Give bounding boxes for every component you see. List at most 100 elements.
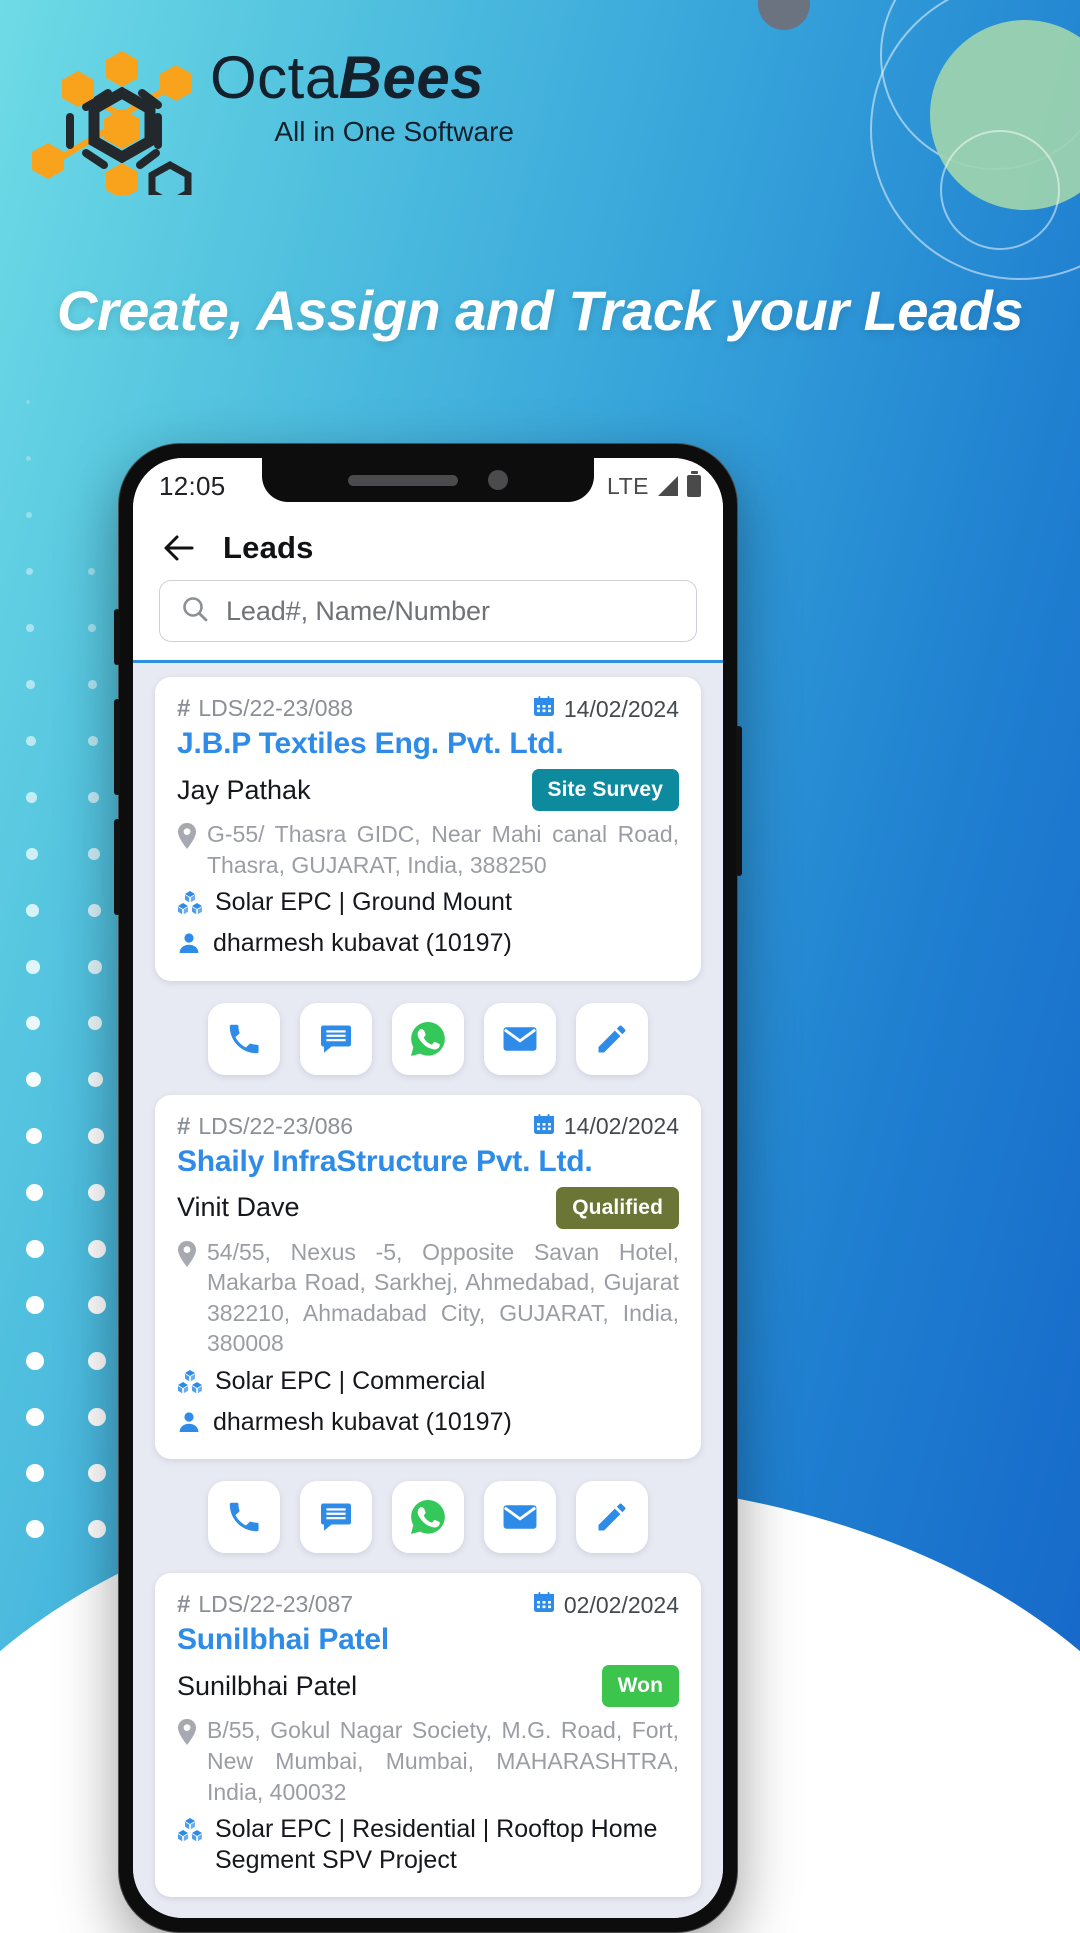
lead-date-value: 02/02/2024 xyxy=(563,1591,679,1618)
lead-company-name[interactable]: Shaily InfraStructure Pvt. Ltd. xyxy=(177,1145,679,1179)
edit-button[interactable] xyxy=(576,1481,648,1554)
person-icon xyxy=(177,931,201,963)
sms-button[interactable] xyxy=(300,1002,372,1075)
search-placeholder: Lead#, Name/Number xyxy=(226,595,490,626)
lead-product-value: Solar EPC | Commercial xyxy=(215,1366,486,1395)
lead-product-value: Solar EPC | Ground Mount xyxy=(215,888,512,917)
lead-card-header: # LDS/22-23/087 02/02/2024 xyxy=(177,1591,679,1619)
logo-tagline: All in One Software xyxy=(274,116,514,147)
page-title: Leads xyxy=(223,530,314,565)
calendar-icon xyxy=(533,695,555,723)
cubes-icon xyxy=(177,890,203,924)
lead-date: 14/02/2024 xyxy=(533,695,679,723)
status-indicators: LTE xyxy=(607,471,701,500)
status-badge[interactable]: Won xyxy=(601,1665,679,1708)
sms-button[interactable] xyxy=(300,1481,372,1554)
phone-button-volume-up xyxy=(114,699,120,795)
calendar-icon xyxy=(533,1591,555,1619)
lead-address: G-55/ Thasra GIDC, Near Mahi canal Road,… xyxy=(177,819,679,880)
logo-word-bees: Bees xyxy=(338,44,485,111)
lead-action-bar xyxy=(133,981,723,1095)
hexagon-molecule-icon xyxy=(30,35,210,208)
phone-button-silent xyxy=(114,609,120,665)
lead-product-row: Solar EPC | Ground Mount xyxy=(177,887,679,921)
lead-address-value: G-55/ Thasra GIDC, Near Mahi canal Road,… xyxy=(207,821,679,878)
phone-mockup: 12:05 LTE Leads Lead#, Name/Number # LDS… xyxy=(114,443,742,1933)
earpiece-speaker xyxy=(348,474,458,486)
lead-contact-name: Vinit Dave xyxy=(177,1192,300,1223)
decorative-ring-small xyxy=(940,130,1060,250)
logo-wordmark: OctaBees xyxy=(210,48,520,108)
location-pin-icon xyxy=(177,1719,197,1811)
whatsapp-button[interactable] xyxy=(392,1002,464,1075)
signal-strength-icon xyxy=(658,476,678,496)
lead-card-header: # LDS/22-23/086 14/02/2024 xyxy=(177,1113,679,1141)
lead-date: 14/02/2024 xyxy=(533,1113,679,1141)
phone-notch xyxy=(262,458,594,502)
lead-company-name[interactable]: Sunilbhai Patel xyxy=(177,1623,679,1657)
location-pin-icon xyxy=(177,823,197,884)
phone-screen: 12:05 LTE Leads Lead#, Name/Number # LDS… xyxy=(133,458,723,1918)
octabees-logo: OctaBees All in One Software xyxy=(30,30,514,208)
hash-icon: # xyxy=(177,1591,191,1619)
email-button[interactable] xyxy=(484,1002,556,1075)
search-input[interactable]: Lead#, Name/Number xyxy=(159,580,697,642)
whatsapp-button[interactable] xyxy=(392,1481,464,1554)
call-button[interactable] xyxy=(208,1481,280,1554)
hash-icon: # xyxy=(177,1112,191,1140)
hash-icon: # xyxy=(177,695,191,722)
network-label: LTE xyxy=(607,472,649,499)
lead-contact-name: Jay Pathak xyxy=(177,774,311,805)
call-button[interactable] xyxy=(208,1002,280,1075)
lead-address-value: B/55, Gokul Nagar Society, M.G. Road, Fo… xyxy=(207,1717,679,1805)
lead-contact-row: Jay Pathak Site Survey xyxy=(177,767,679,813)
lead-card-header: # LDS/22-23/088 14/02/2024 xyxy=(177,695,679,723)
lead-address-value: 54/55, Nexus -5, Opposite Savan Hotel, M… xyxy=(207,1238,679,1357)
cubes-icon xyxy=(177,1369,203,1403)
status-badge[interactable]: Qualified xyxy=(556,1186,679,1229)
lead-product-row: Solar EPC | Commercial xyxy=(177,1366,679,1400)
battery-icon xyxy=(687,471,701,497)
lead-action-bar xyxy=(133,1459,723,1573)
lead-address: 54/55, Nexus -5, Opposite Savan Hotel, M… xyxy=(177,1237,679,1359)
search-container: Lead#, Name/Number xyxy=(133,580,723,660)
back-arrow-icon[interactable] xyxy=(161,531,195,565)
front-camera xyxy=(488,470,508,490)
lead-contact-row: Sunilbhai Patel Won xyxy=(177,1663,679,1709)
lead-date: 02/02/2024 xyxy=(533,1591,679,1619)
lead-number-value: LDS/22-23/086 xyxy=(198,1112,354,1139)
phone-button-power xyxy=(736,726,742,876)
lead-number-value: LDS/22-23/088 xyxy=(198,695,354,721)
lead-product-value: Solar EPC | Residential | Rooftop Home S… xyxy=(215,1815,658,1875)
lead-owner-value: dharmesh kubavat (10197) xyxy=(213,1408,512,1437)
status-time: 12:05 xyxy=(159,470,226,501)
location-pin-icon xyxy=(177,1240,197,1363)
lead-contact-row: Vinit Dave Qualified xyxy=(177,1185,679,1231)
lead-card[interactable]: # LDS/22-23/087 02/02/2024 Sunilbhai Patel S… xyxy=(155,1573,701,1897)
lead-owner-row: dharmesh kubavat (10197) xyxy=(177,1407,679,1439)
edit-button[interactable] xyxy=(576,1002,648,1075)
lead-contact-name: Sunilbhai Patel xyxy=(177,1670,358,1701)
cubes-icon xyxy=(177,1817,203,1851)
lead-number-value: LDS/22-23/087 xyxy=(198,1591,354,1618)
lead-number: # LDS/22-23/088 xyxy=(177,695,353,723)
lead-owner-value: dharmesh kubavat (10197) xyxy=(213,929,512,958)
phone-button-volume-down xyxy=(114,819,120,915)
email-button[interactable] xyxy=(484,1481,556,1554)
lead-card[interactable]: # LDS/22-23/086 14/02/2024 Shaily InfraStru… xyxy=(155,1094,701,1460)
app-bar: Leads Lead#, Name/Number xyxy=(133,514,723,663)
lead-date-value: 14/02/2024 xyxy=(563,695,679,722)
lead-card[interactable]: # LDS/22-23/088 14/02/2024 J.B.P Textiles E… xyxy=(155,677,701,981)
lead-owner-row: dharmesh kubavat (10197) xyxy=(177,928,679,960)
leads-list[interactable]: # LDS/22-23/088 14/02/2024 J.B.P Textiles E… xyxy=(133,663,723,1918)
calendar-icon xyxy=(533,1113,555,1141)
lead-date-value: 14/02/2024 xyxy=(563,1113,679,1140)
search-icon xyxy=(180,594,210,629)
lead-number: # LDS/22-23/086 xyxy=(177,1113,353,1141)
person-icon xyxy=(177,1410,201,1442)
status-badge[interactable]: Site Survey xyxy=(531,769,679,811)
lead-product-row: Solar EPC | Residential | Rooftop Home S… xyxy=(177,1814,679,1877)
lead-company-name[interactable]: J.B.P Textiles Eng. Pvt. Ltd. xyxy=(177,727,679,761)
lead-address: B/55, Gokul Nagar Society, M.G. Road, Fo… xyxy=(177,1715,679,1807)
promo-headline: Create, Assign and Track your Leads xyxy=(57,279,1023,342)
